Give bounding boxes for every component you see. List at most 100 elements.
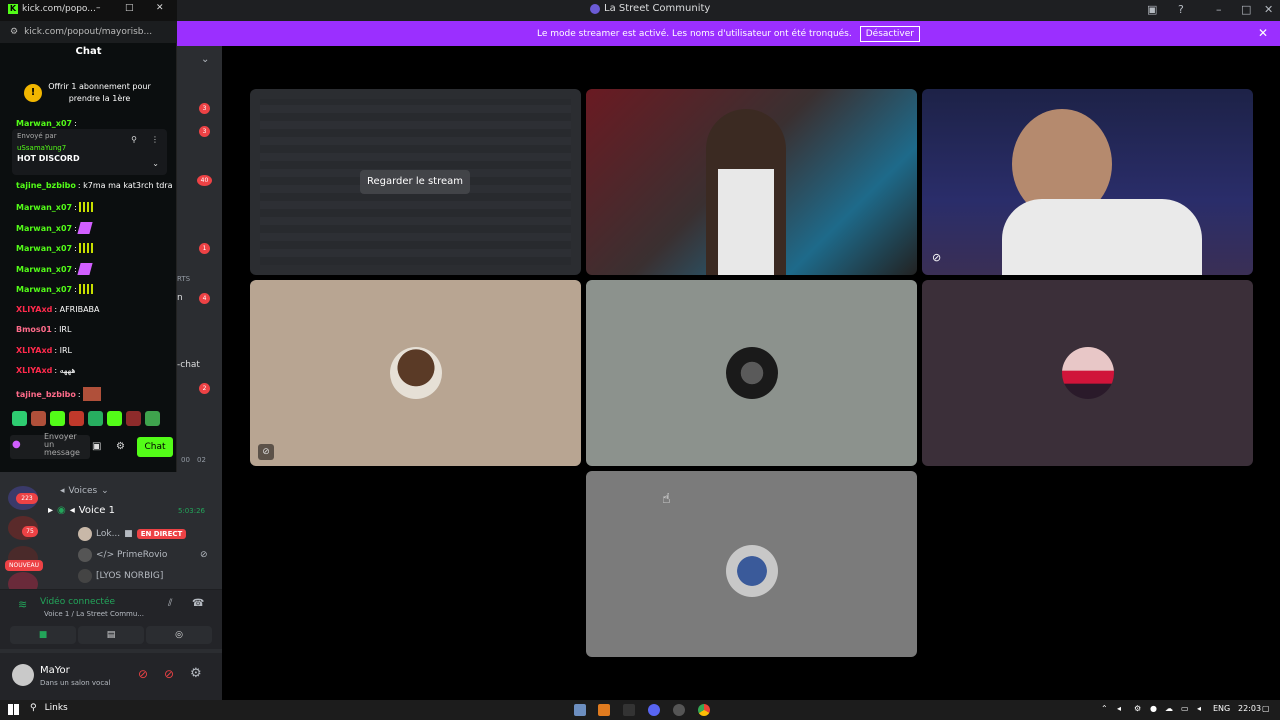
- app-icon[interactable]: [673, 704, 685, 716]
- disconnect-icon[interactable]: ☎: [192, 598, 204, 609]
- gift-box-icon[interactable]: ▣: [92, 441, 101, 452]
- volume-icon[interactable]: ◂: [1117, 704, 1121, 713]
- cloud-icon[interactable]: ☁: [1165, 704, 1173, 713]
- discord-app-icon[interactable]: [648, 704, 660, 716]
- inbox-icon[interactable]: ▣: [1147, 3, 1157, 16]
- emote-icon[interactable]: [126, 411, 141, 426]
- settings-gear-icon[interactable]: ⚙: [190, 666, 202, 681]
- channel-fragment[interactable]: -chat: [177, 360, 200, 370]
- chat-text: :: [74, 243, 77, 253]
- emote-icon[interactable]: [69, 411, 84, 426]
- emote-picker-icon[interactable]: ●: [12, 440, 21, 450]
- chat-username[interactable]: XLIYAxd: [16, 305, 52, 314]
- member-name: [LYOS NORBIG]: [96, 571, 164, 581]
- site-settings-icon[interactable]: ⚙: [10, 27, 18, 37]
- kick-chat-window: K kick.com/popo... – □ ✕ ⚙ kick.com/popo…: [0, 0, 177, 472]
- chevron-down-icon[interactable]: ⌄: [152, 159, 159, 168]
- watch-stream-button[interactable]: Regarder le stream: [360, 170, 470, 194]
- mention-badge: 3: [199, 103, 210, 114]
- chat-username[interactable]: Marwan_x07: [16, 224, 72, 233]
- chevron-down-icon[interactable]: ⌄: [201, 54, 209, 65]
- chat-text: :: [74, 284, 77, 294]
- notifications-icon[interactable]: ▢: [1262, 704, 1270, 713]
- clock[interactable]: 22:03: [1238, 704, 1261, 713]
- video-tile[interactable]: ⊘: [250, 280, 581, 466]
- taskbar-search[interactable]: ⚲ Links: [30, 703, 68, 713]
- camera-button[interactable]: ■: [10, 626, 76, 644]
- noise-suppression-icon[interactable]: ⫽: [168, 598, 172, 609]
- search-label: Links: [44, 703, 68, 713]
- disable-streamer-mode-button[interactable]: Désactiver: [859, 25, 920, 42]
- chat-username[interactable]: XLIYAxd: [16, 346, 52, 355]
- emote-icon[interactable]: [88, 411, 103, 426]
- network-icon[interactable]: ▭: [1181, 704, 1189, 713]
- video-tile[interactable]: ⊘: [922, 89, 1253, 275]
- chat-username[interactable]: tajine_bzbibo: [16, 181, 76, 190]
- app-icon[interactable]: [598, 704, 610, 716]
- tray-chevron-icon[interactable]: ⌃: [1101, 704, 1108, 713]
- emote-bar: [12, 411, 160, 426]
- close-icon[interactable]: ✕: [156, 3, 164, 13]
- activity-button[interactable]: ◎: [146, 626, 212, 644]
- speaker-icon[interactable]: ◂: [1197, 704, 1201, 713]
- video-tile[interactable]: [586, 280, 917, 466]
- deafened-icon[interactable]: ⊘: [164, 667, 174, 681]
- emote-icon[interactable]: [31, 411, 46, 426]
- emote-icon[interactable]: [50, 411, 65, 426]
- channel-fragment: 02: [197, 456, 206, 464]
- windows-start-icon[interactable]: [8, 704, 19, 715]
- chat-username[interactable]: Marwan_x07: [16, 285, 72, 294]
- chat-username[interactable]: Marwan_x07: [16, 203, 72, 212]
- chat-username[interactable]: Marwan_x07: [16, 244, 72, 253]
- gift-sub-banner[interactable]: ! Offrir 1 abonnement pour prendre la 1è…: [0, 70, 177, 116]
- minimize-icon[interactable]: –: [96, 3, 101, 13]
- settings-gear-icon[interactable]: ⚙: [116, 441, 125, 452]
- emote-icon[interactable]: [12, 411, 27, 426]
- user-name[interactable]: MaYor: [40, 665, 70, 676]
- address-bar[interactable]: ⚙ kick.com/popout/mayorisb...: [0, 21, 177, 43]
- language-label[interactable]: ENG: [1213, 704, 1230, 713]
- video-tile[interactable]: [922, 280, 1253, 466]
- video-tile[interactable]: [586, 471, 917, 657]
- voices-category[interactable]: ◂ Voices ⌄: [60, 486, 109, 496]
- keyboard-app-icon[interactable]: [574, 704, 586, 716]
- maximize-icon[interactable]: □: [1241, 3, 1251, 16]
- chat-username[interactable]: XLIYAxd: [16, 366, 52, 375]
- chrome-app-icon[interactable]: [698, 704, 710, 716]
- maximize-icon[interactable]: □: [125, 3, 134, 13]
- chat-text: : هههه: [54, 366, 76, 375]
- channel-fragment[interactable]: n: [177, 293, 183, 303]
- mic-muted-icon[interactable]: ⊘: [138, 667, 148, 681]
- pinned-user[interactable]: uSsamaYung7: [17, 144, 162, 152]
- help-icon[interactable]: ?: [1178, 3, 1184, 16]
- minimize-icon[interactable]: –: [1216, 3, 1222, 16]
- voice-member[interactable]: Lok... ■ EN DIRECT: [78, 527, 187, 541]
- pin-icon[interactable]: ⚲: [131, 135, 137, 144]
- settings-gear-icon[interactable]: ⚙: [1134, 704, 1141, 713]
- screen-share-button[interactable]: ▤: [78, 626, 144, 644]
- mention-badge: 3: [199, 126, 210, 137]
- app-icon[interactable]: [623, 704, 635, 716]
- chat-username[interactable]: Marwan_x07: [16, 265, 72, 274]
- chat-username[interactable]: tajine_bzbibo: [16, 390, 76, 399]
- chat-message: Marwan_x07:: [16, 222, 93, 234]
- chat-username[interactable]: Marwan_x07: [16, 119, 72, 128]
- chat-username[interactable]: Bmos01: [16, 325, 52, 334]
- mic-icon[interactable]: ●: [1150, 704, 1157, 713]
- voice-member[interactable]: [LYOS NORBIG]: [78, 569, 163, 583]
- pinned-text: HOT DISCORD: [17, 154, 80, 163]
- banner-close-icon[interactable]: ✕: [1258, 26, 1268, 40]
- signal-icon[interactable]: ≋: [18, 598, 27, 611]
- avatar[interactable]: [12, 664, 34, 686]
- voice-location[interactable]: Voice 1 / La Street Commu...: [44, 610, 144, 618]
- video-tile[interactable]: [586, 89, 917, 275]
- emote-icon[interactable]: [107, 411, 122, 426]
- emote-icon[interactable]: [145, 411, 160, 426]
- chat-input[interactable]: ● Envoyer un message: [10, 433, 90, 459]
- close-icon[interactable]: ✕: [1264, 3, 1273, 16]
- voice-member[interactable]: </> PrimeRovio ⊘: [78, 548, 208, 562]
- stream-tile[interactable]: Regarder le stream: [250, 89, 581, 275]
- voice-channel[interactable]: ▸ ◉ ◂ Voice 1: [48, 505, 115, 516]
- send-chat-button[interactable]: Chat: [137, 437, 173, 457]
- more-icon[interactable]: ⋮: [151, 135, 159, 144]
